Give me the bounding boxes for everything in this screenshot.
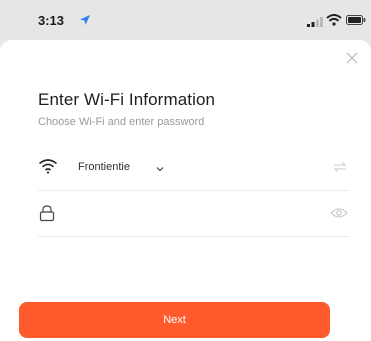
page-subtitle: Choose Wi-Fi and enter password [38,116,205,128]
wifi-icon [38,159,58,174]
location-arrow-icon [80,15,90,25]
switch-arrows-icon[interactable] [332,161,348,173]
battery-icon [346,15,366,25]
password-input[interactable] [78,202,322,226]
signal-bars-icon [307,17,323,27]
password-row [38,192,350,237]
page-title: Enter Wi-Fi Information [38,90,216,109]
status-bar: 3:13 [0,0,371,40]
eye-icon[interactable] [330,207,348,219]
status-time: 3:13 [38,13,65,28]
chevron-down-icon [156,167,164,172]
wifi-dialog-sheet: Enter Wi-Fi Information Choose Wi-Fi and… [0,40,371,341]
wifi-status-icon [326,14,342,26]
next-button[interactable]: Next [19,302,330,338]
lock-icon [39,205,55,222]
wifi-ssid-value: Frontientie [78,161,130,173]
close-icon[interactable] [344,50,360,66]
wifi-network-selector[interactable]: Frontientie [38,148,350,191]
